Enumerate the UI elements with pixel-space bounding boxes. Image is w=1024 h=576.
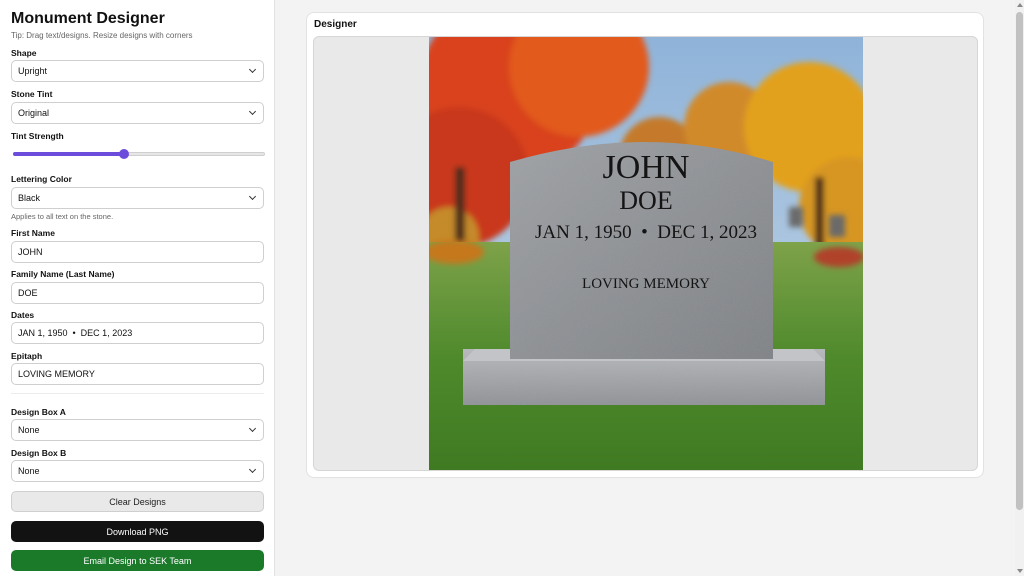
design-box-a-select[interactable]: None: [11, 419, 264, 441]
tip-text: Tip: Drag text/designs. Resize designs w…: [11, 31, 193, 40]
first-name-input[interactable]: JOHN: [11, 241, 264, 263]
stone-dates[interactable]: JAN 1, 1950 • DEC 1, 2023: [535, 222, 757, 243]
app-title: Monument Designer: [11, 10, 165, 27]
design-box-a-label: Design Box A: [11, 407, 66, 417]
slider-thumb[interactable]: [118, 149, 129, 159]
epitaph-label: Epitaph: [11, 351, 43, 361]
family-name-input[interactable]: DOE: [11, 282, 264, 304]
clear-designs-button[interactable]: Clear Designs: [11, 491, 264, 512]
shape-label: Shape: [11, 48, 37, 58]
monument-preview[interactable]: JOHN DOE JAN 1, 1950 • DEC 1, 2023 LOVIN…: [429, 37, 863, 470]
tint-strength-label: Tint Strength: [11, 131, 64, 141]
shape-select-value: Upright: [18, 66, 48, 76]
first-name-label: First Name: [11, 228, 55, 238]
stone-epitaph[interactable]: LOVING MEMORY: [582, 276, 710, 292]
family-name-label: Family Name (Last Name): [11, 269, 115, 279]
chevron-down-icon: [248, 65, 257, 74]
page-scrollbar[interactable]: [1015, 0, 1024, 576]
stone-tint-select-value: Original: [18, 108, 50, 118]
chevron-down-icon: [248, 465, 257, 474]
shape-select[interactable]: Upright: [11, 60, 264, 82]
design-box-a-value: None: [18, 425, 40, 435]
design-box-b-value: None: [18, 466, 40, 476]
design-box-b-select[interactable]: None: [11, 460, 264, 482]
scroll-up-icon[interactable]: [1017, 3, 1023, 7]
download-png-button[interactable]: Download PNG: [11, 521, 264, 542]
chevron-down-icon: [248, 192, 257, 201]
sidebar: Monument Designer Tip: Drag text/designs…: [0, 0, 275, 576]
scroll-down-icon[interactable]: [1017, 569, 1023, 573]
chevron-down-icon: [248, 107, 257, 116]
lettering-color-select-value: Black: [18, 193, 41, 203]
chevron-down-icon: [248, 424, 257, 433]
monument-scene: JOHN DOE JAN 1, 1950 • DEC 1, 2023 LOVIN…: [429, 37, 863, 470]
designer-canvas: JOHN DOE JAN 1, 1950 • DEC 1, 2023 LOVIN…: [313, 36, 978, 471]
dates-input[interactable]: JAN 1, 1950 • DEC 1, 2023: [11, 322, 264, 344]
epitaph-value: LOVING MEMORY: [18, 369, 95, 379]
designer-title: Designer: [314, 19, 357, 30]
stone-last-name[interactable]: DOE: [619, 186, 672, 215]
lettering-color-select[interactable]: Black: [11, 187, 264, 209]
scrollbar-thumb[interactable]: [1016, 12, 1023, 510]
design-box-b-label: Design Box B: [11, 448, 67, 458]
family-name-value: DOE: [18, 288, 38, 298]
lettering-color-label: Lettering Color: [11, 174, 72, 184]
epitaph-input[interactable]: LOVING MEMORY: [11, 363, 264, 385]
stone-tint-select[interactable]: Original: [11, 102, 264, 124]
stone-tint-label: Stone Tint: [11, 89, 53, 99]
lettering-color-hint: Applies to all text on the stone.: [11, 212, 114, 221]
dates-value: JAN 1, 1950 • DEC 1, 2023: [18, 328, 133, 338]
first-name-value: JOHN: [18, 247, 43, 257]
tint-strength-slider[interactable]: [13, 149, 265, 159]
email-design-button[interactable]: Email Design to SEK Team: [11, 550, 264, 571]
stone-first-name[interactable]: JOHN: [603, 149, 690, 186]
dates-label: Dates: [11, 310, 35, 320]
slider-fill: [13, 152, 124, 156]
section-divider: [11, 393, 264, 394]
